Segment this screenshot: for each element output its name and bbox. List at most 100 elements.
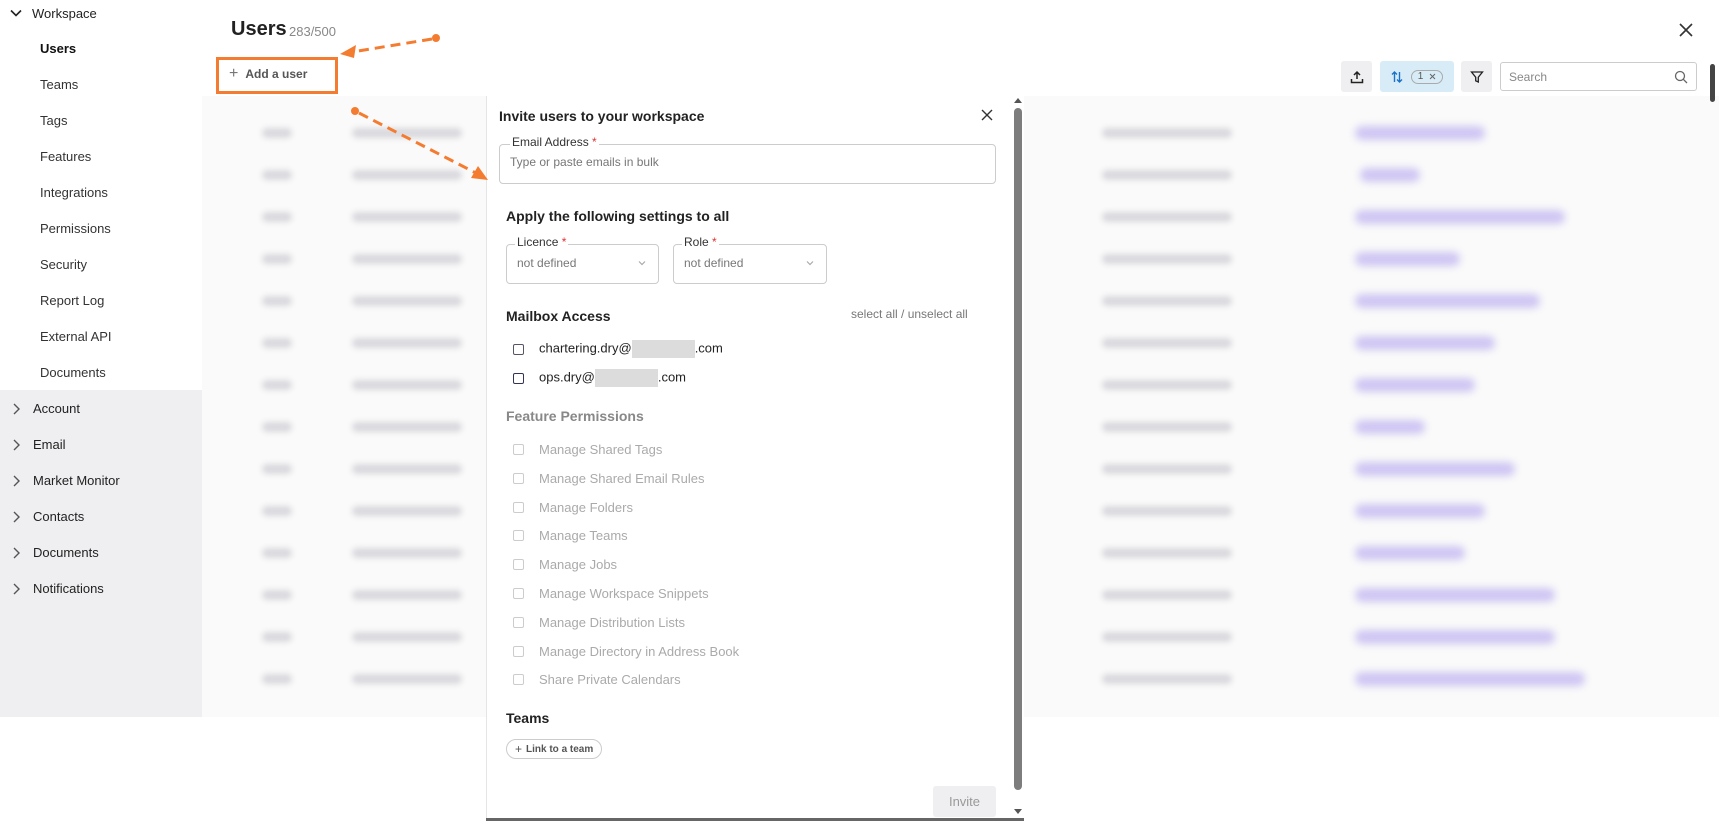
close-icon[interactable] bbox=[1429, 73, 1436, 80]
table-tag-pill bbox=[1355, 588, 1555, 602]
scroll-down-icon[interactable] bbox=[1013, 808, 1023, 816]
sidebar-group-label: Notifications bbox=[33, 581, 104, 596]
feature-option: Manage Folders bbox=[513, 500, 633, 515]
table-cell bbox=[262, 212, 292, 222]
table-cell bbox=[262, 296, 292, 306]
table-cell bbox=[352, 380, 462, 390]
search-icon bbox=[1674, 70, 1688, 84]
required-mark: * bbox=[561, 235, 567, 249]
sidebar-group-label: Market Monitor bbox=[33, 473, 120, 488]
sidebar-group-contacts[interactable]: Contacts bbox=[12, 509, 84, 524]
invite-button[interactable]: Invite bbox=[933, 786, 996, 817]
email-address-input[interactable] bbox=[510, 155, 980, 169]
sidebar-group-documents[interactable]: Documents bbox=[12, 545, 99, 560]
redacted-block bbox=[594, 369, 658, 387]
sidebar-item-users[interactable]: Users bbox=[40, 41, 76, 56]
mailbox-option[interactable]: chartering.dry@ .com bbox=[513, 340, 723, 358]
modal-scrollbar-thumb[interactable] bbox=[1014, 108, 1022, 790]
annotation-arrow bbox=[340, 34, 440, 58]
table-cell bbox=[262, 506, 292, 516]
feature-label: Manage Shared Tags bbox=[539, 442, 663, 457]
modal-title: Invite users to your workspace bbox=[499, 108, 705, 124]
sidebar-item-features[interactable]: Features bbox=[40, 149, 91, 164]
feature-checkbox bbox=[513, 502, 524, 513]
required-mark: * bbox=[592, 135, 597, 149]
sidebar-item-external-api[interactable]: External API bbox=[40, 329, 112, 344]
feature-label: Manage Workspace Snippets bbox=[539, 586, 709, 601]
feature-option: Manage Shared Email Rules bbox=[513, 471, 704, 486]
feature-checkbox bbox=[513, 444, 524, 455]
table-cell bbox=[262, 380, 292, 390]
mailbox-option[interactable]: ops.dry@ .com bbox=[513, 369, 686, 387]
caret-down-icon bbox=[638, 261, 646, 266]
chevron-down-icon bbox=[10, 9, 22, 17]
chevron-right-icon bbox=[13, 511, 20, 522]
sidebar-item-documents[interactable]: Documents bbox=[40, 365, 106, 380]
feature-checkbox bbox=[513, 674, 524, 685]
mailbox-checkbox[interactable] bbox=[513, 343, 524, 355]
feature-checkbox bbox=[513, 617, 524, 628]
close-icon[interactable] bbox=[1677, 21, 1695, 39]
sidebar-item-security[interactable]: Security bbox=[40, 257, 87, 272]
feature-label: Manage Shared Email Rules bbox=[539, 471, 705, 486]
table-cell bbox=[262, 128, 292, 138]
sidebar-group-email[interactable]: Email bbox=[12, 437, 66, 452]
table-cell bbox=[1102, 170, 1232, 180]
sidebar-item-report-log[interactable]: Report Log bbox=[40, 293, 104, 308]
sidebar-item-integrations[interactable]: Integrations bbox=[40, 185, 108, 200]
app-root: Workspace Users Teams Tags Features Inte… bbox=[0, 0, 1719, 821]
sidebar-group-account[interactable]: Account bbox=[12, 401, 80, 416]
sidebar-group-label: Contacts bbox=[33, 509, 85, 524]
feature-option: Share Private Calendars bbox=[513, 672, 681, 687]
sort-count: 1 bbox=[1417, 71, 1424, 82]
feature-checkbox bbox=[513, 588, 524, 599]
table-tag-pill bbox=[1355, 126, 1485, 140]
feature-permissions-title: Feature Permissions bbox=[506, 408, 644, 424]
sidebar bbox=[0, 0, 202, 717]
search-field[interactable] bbox=[1500, 62, 1697, 91]
table-cell bbox=[1102, 674, 1232, 684]
page-scrollbar[interactable] bbox=[1710, 64, 1715, 102]
sidebar-group-market-monitor[interactable]: Market Monitor bbox=[12, 473, 120, 488]
table-cell bbox=[262, 338, 292, 348]
sidebar-item-tags[interactable]: Tags bbox=[40, 113, 67, 128]
table-cell bbox=[262, 632, 292, 642]
scroll-up-icon[interactable] bbox=[1013, 96, 1023, 104]
role-value: not defined bbox=[684, 256, 744, 270]
table-cell bbox=[1102, 380, 1232, 390]
add-user-button[interactable]: + Add a user bbox=[229, 64, 307, 84]
select-all-toggle[interactable]: select all / unselect all bbox=[851, 307, 968, 321]
sort-count-chip[interactable]: 1 bbox=[1410, 69, 1444, 84]
user-count: 283/500 bbox=[289, 24, 336, 39]
table-tag-pill bbox=[1355, 336, 1495, 350]
table-cell bbox=[262, 464, 292, 474]
filter-button[interactable] bbox=[1461, 61, 1492, 92]
link-to-team-button[interactable]: + Link to a team bbox=[506, 739, 603, 759]
table-cell bbox=[352, 548, 462, 558]
table-cell bbox=[352, 170, 462, 180]
search-input[interactable] bbox=[1509, 63, 1669, 90]
feature-checkbox bbox=[513, 473, 524, 484]
chevron-right-icon bbox=[13, 583, 20, 594]
export-button[interactable] bbox=[1341, 61, 1372, 92]
mailbox-checkbox[interactable] bbox=[513, 372, 524, 384]
sidebar-item-teams[interactable]: Teams bbox=[40, 77, 78, 92]
settings-title: Apply the following settings to all bbox=[506, 208, 730, 224]
feature-label: Manage Distribution Lists bbox=[539, 615, 685, 630]
table-tag-pill bbox=[1360, 168, 1420, 182]
feature-label: Manage Teams bbox=[539, 528, 628, 543]
feature-label: Manage Folders bbox=[539, 500, 633, 515]
feature-label: Manage Jobs bbox=[539, 557, 618, 572]
sidebar-group-notifications[interactable]: Notifications bbox=[12, 581, 104, 596]
sidebar-item-permissions[interactable]: Permissions bbox=[40, 221, 111, 236]
table-cell bbox=[1102, 338, 1232, 348]
feature-option: Manage Distribution Lists bbox=[513, 615, 685, 630]
table-cell bbox=[352, 422, 462, 432]
close-icon[interactable] bbox=[980, 108, 994, 122]
licence-value: not defined bbox=[517, 256, 577, 270]
table-cell bbox=[1102, 422, 1232, 432]
table-cell bbox=[352, 464, 462, 474]
mailbox-address: chartering.dry@ .com bbox=[539, 340, 723, 358]
sort-button[interactable]: 1 bbox=[1380, 61, 1454, 92]
sidebar-workspace-header[interactable]: Workspace bbox=[10, 4, 97, 22]
